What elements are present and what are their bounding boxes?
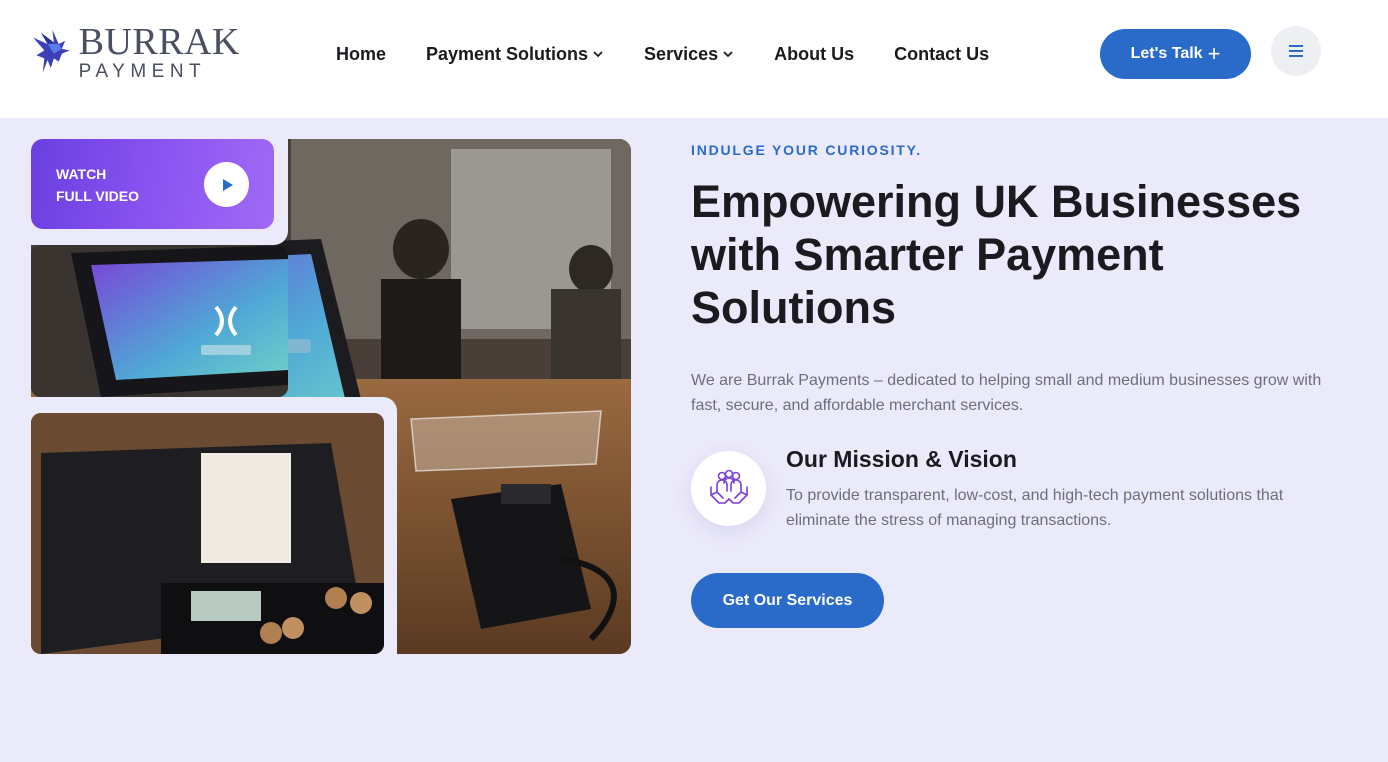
watch-video-line1: WATCH [56, 166, 107, 182]
chevron-down-icon [722, 48, 734, 60]
mission-icon-badge [691, 451, 766, 526]
hero-headline-line1: Empowering UK Businesses [691, 176, 1302, 227]
plus-icon: + [1207, 41, 1221, 66]
nav-payment-solutions-label: Payment Solutions [426, 43, 589, 64]
nav-services[interactable]: Services [644, 44, 734, 65]
hero-headline-line3: Solutions [691, 282, 896, 333]
pos-screen-detail-photo [31, 245, 288, 397]
lets-talk-button[interactable]: Let's Talk + [1100, 29, 1251, 79]
nav-contact-us[interactable]: Contact Us [894, 44, 989, 65]
watch-video-card[interactable]: WATCH FULL VIDEO [31, 139, 274, 229]
hero-eyebrow: INDULGE YOUR CURIOSITY. [691, 142, 922, 158]
play-button[interactable] [204, 162, 249, 207]
brand-subname: PAYMENT [78, 61, 207, 82]
brand-logo[interactable]: BURRAK PAYMENT [30, 20, 240, 84]
receipt-printer-photo [31, 413, 384, 654]
chevron-down-icon [592, 48, 604, 60]
nav-contact-us-label: Contact Us [894, 43, 990, 64]
get-our-services-button[interactable]: Get Our Services [691, 573, 884, 628]
hero-image-mosaic: WATCH FULL VIDEO [31, 139, 631, 654]
hamburger-menu-icon [1289, 45, 1303, 57]
get-our-services-label: Get Our Services [722, 591, 853, 609]
nav-services-label: Services [644, 43, 719, 64]
pegasus-icon [33, 29, 70, 73]
mission-title: Our Mission & Vision [786, 446, 1017, 472]
nav-about-us-label: About Us [774, 43, 855, 64]
site-header: BURRAK PAYMENT Home Payment Solutions Se… [0, 0, 1388, 118]
watch-video-line2: FULL VIDEO [56, 188, 139, 204]
nav-payment-solutions[interactable]: Payment Solutions [426, 44, 604, 65]
receipt-printer-illustration [31, 413, 384, 654]
hamburger-menu-button[interactable] [1271, 26, 1321, 76]
pos-screen-illustration [31, 245, 288, 397]
nav-home[interactable]: Home [336, 44, 386, 65]
hero-headline: Empowering UK Businesses with Smarter Pa… [691, 175, 1351, 334]
hands-people-icon [709, 469, 748, 504]
lets-talk-label: Let's Talk [1130, 45, 1203, 62]
hero-headline-line2: with Smarter Payment [691, 229, 1164, 280]
brand-name: BURRAK [78, 21, 240, 63]
play-icon [222, 178, 233, 191]
mission-text: To provide transparent, low-cost, and hi… [786, 487, 1284, 529]
nav-about-us[interactable]: About Us [774, 44, 854, 65]
main-nav: Home Payment Solutions Services About Us… [336, 40, 1029, 68]
nav-home-label: Home [336, 43, 387, 64]
hero-intro: We are Burrak Payments – dedicated to he… [691, 372, 1322, 414]
